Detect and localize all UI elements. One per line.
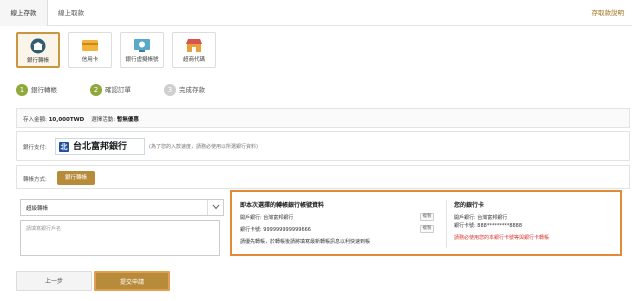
method-label: 銀行轉帳	[26, 58, 49, 64]
recipient-note: 請優先轉帳，於轉帳後請將填寫最新轉帳訊息以利快速到帳	[240, 239, 371, 245]
deposit-summary-row: 存入金額: 10,000TWD 選擇活動: 暫無優惠	[16, 108, 630, 128]
transfer-label: 轉帳方式:	[23, 177, 47, 183]
recipient-bank: 開戶銀行: 台灣富邦銀行	[240, 215, 294, 221]
method-label: 銀行虛擬帳號	[125, 57, 159, 63]
step-label: 確認訂單	[105, 86, 131, 94]
bank-transfer-icon	[30, 38, 46, 54]
copy-account-button[interactable]: 複製	[420, 225, 434, 233]
recipient-title: 即本次選擇的轉帳銀行帳號資料	[240, 202, 325, 209]
method-virtual-account[interactable]: 銀行虛擬帳號	[120, 32, 164, 68]
textarea-placeholder: 請填寫銀行戶名	[26, 226, 62, 232]
deposit-withdraw-info-link[interactable]: 存取款說明	[592, 0, 625, 26]
summary-text: 存入金額: 10,000TWD 選擇活動: 暫無優惠	[23, 115, 139, 123]
convenience-store-icon	[186, 39, 202, 52]
my-card-bank: 開戶銀行: 台灣富邦銀行	[454, 215, 508, 221]
step-number: 1	[16, 84, 28, 96]
recipient-account-no: 銀行卡號: 999999999999666	[240, 227, 311, 233]
prev-step-button[interactable]: 上一步	[16, 271, 92, 291]
bank-name: 台北富邦銀行	[73, 142, 128, 152]
tab-online-deposit[interactable]: 線上存款	[0, 0, 48, 26]
step-number: 2	[90, 84, 102, 96]
bank-mark-icon: 北	[59, 142, 69, 152]
promo-value: 暫無優惠	[116, 117, 139, 123]
step-number: 3	[164, 84, 176, 96]
chevron-down-icon[interactable]	[207, 200, 223, 215]
submit-request-button[interactable]: 提交申請	[94, 271, 170, 291]
step-2: 2 確認訂單	[90, 82, 131, 98]
method-convenience-store[interactable]: 超商代碼	[172, 32, 216, 68]
my-card-warning: 請務必使用您的本銀行卡號等與銀行卡轉帳	[454, 235, 550, 241]
step-label: 銀行轉帳	[31, 86, 57, 94]
step-1: 1 銀行轉帳	[16, 82, 57, 98]
divider	[446, 200, 447, 248]
bank-logo[interactable]: 北 台北富邦銀行	[55, 138, 145, 155]
step-label: 完成存款	[179, 86, 205, 94]
method-credit-card[interactable]: 信用卡	[68, 32, 112, 68]
transfer-type-select[interactable]: 超級轉帳	[20, 199, 224, 216]
account-name-textarea[interactable]: 請填寫銀行戶名	[20, 220, 220, 256]
top-tab-bar: 線上存款 線上取款 存取款說明	[0, 0, 632, 26]
account-info-box: 即本次選擇的轉帳銀行帳號資料 開戶銀行: 台灣富邦銀行 複製 銀行卡號: 999…	[230, 190, 622, 256]
select-value: 超級轉帳	[26, 206, 49, 212]
transfer-method-button[interactable]: 銀行轉帳	[57, 171, 95, 185]
amount-value: 10,000TWD	[48, 117, 85, 123]
virtual-account-icon	[134, 39, 150, 52]
method-label: 信用卡	[81, 57, 99, 63]
promo-label: 選擇活動:	[91, 117, 116, 123]
step-3: 3 完成存款	[164, 82, 205, 98]
credit-card-icon	[82, 40, 98, 51]
transfer-method-row: 轉帳方式: 銀行轉帳	[16, 165, 630, 189]
amount-label: 存入金額:	[23, 117, 47, 123]
method-label: 超商代碼	[182, 57, 205, 63]
tab-online-withdraw[interactable]: 線上取款	[58, 0, 84, 26]
method-bank-transfer[interactable]: 銀行轉帳	[16, 32, 60, 68]
bank-label: 銀行支付:	[23, 145, 47, 151]
my-card-title: 您的銀行卡	[454, 202, 485, 209]
bank-note: (為了您的入款速度，請務必使用以所選銀行資料)	[149, 144, 258, 150]
bank-payment-row: 銀行支付: 北 台北富邦銀行 (為了您的入款速度，請務必使用以所選銀行資料)	[16, 131, 630, 161]
copy-bank-button[interactable]: 複製	[420, 213, 434, 221]
my-card-number: 銀行卡號: 888*********8888	[454, 223, 523, 229]
